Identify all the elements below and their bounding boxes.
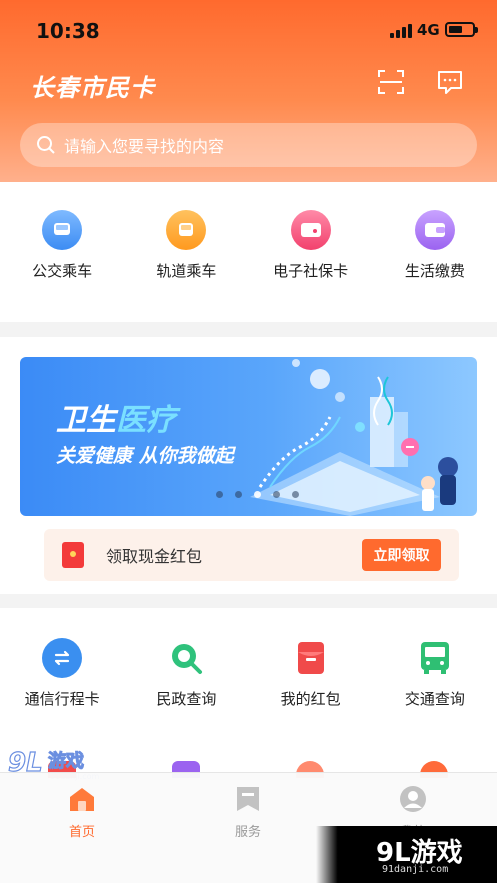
service-bus-ride[interactable]: 公交乘车 [0, 210, 124, 281]
banner-subtitle: 关爱健康 从你我做起 [56, 445, 234, 467]
service-traffic-query[interactable]: 交通查询 [373, 638, 497, 709]
search-placeholder: 请输入您要寻找的内容 [64, 137, 225, 156]
bus-card-icon [42, 210, 83, 250]
promo-card: 卫生医疗 关爱健康 从你我做起 领取现金红包 立即领取 [0, 337, 497, 594]
service-label: 交通查询 [404, 690, 465, 708]
service-itinerary-card[interactable]: 通信行程卡 [0, 638, 124, 709]
app-title: 长春市民卡 [30, 74, 155, 102]
search-icon [37, 136, 55, 154]
service-metro-ride[interactable]: 轨道乘车 [124, 210, 248, 281]
service-label: 通信行程卡 [24, 690, 100, 708]
service-label: 生活缴费 [404, 262, 465, 280]
tab-home[interactable]: 首页 [27, 785, 137, 840]
top-services-card: 公交乘车 轨道乘车 电子社保卡 生活缴费 [0, 182, 497, 322]
banner-title-part2: 医疗 [116, 403, 176, 438]
itinerary-card-icon [42, 638, 83, 678]
status-bar: 10:38 4G [0, 0, 497, 60]
service-civil-query[interactable]: 民政查询 [124, 638, 248, 709]
claim-now-button[interactable]: 立即领取 [362, 539, 441, 571]
network-type: 4G [417, 21, 440, 39]
tab-label: 服务 [234, 825, 261, 840]
bookmark-icon [237, 787, 259, 811]
tab-label: 首页 [68, 825, 95, 840]
service-label: 公交乘车 [32, 262, 93, 280]
bus-icon [415, 638, 455, 678]
service-life-payment[interactable]: 生活缴费 [373, 210, 497, 281]
tab-services[interactable]: 服务 [193, 785, 303, 840]
service-label: 轨道乘车 [156, 262, 217, 280]
red-packet-text: 领取现金红包 [106, 547, 203, 566]
wallet-icon [414, 210, 455, 250]
service-label: 民政查询 [156, 690, 217, 708]
service-label: 电子社保卡 [273, 262, 349, 280]
search-magnifier-icon [166, 638, 206, 678]
battery-icon [445, 22, 478, 37]
home-icon [70, 788, 94, 811]
red-packet-bar[interactable]: 领取现金红包 立即领取 [44, 529, 459, 581]
service-label: 我的红包 [280, 690, 341, 708]
watermark-url: 91danji.com [382, 864, 449, 875]
signal-icon [390, 24, 412, 38]
service-social-security[interactable]: 电子社保卡 [249, 210, 373, 281]
header: 10:38 4G 长春市民卡 请输入您要寻找的内容 [0, 0, 497, 182]
metro-card-icon [166, 210, 207, 250]
carousel-indicator [216, 491, 299, 498]
scan-icon[interactable] [377, 68, 405, 96]
status-time: 10:38 [36, 19, 100, 43]
search-bar[interactable]: 请输入您要寻找的内容 [20, 123, 477, 167]
red-packet-icon [291, 638, 331, 678]
watermark-banner: 9L游戏 91danji.com [316, 826, 497, 883]
message-icon[interactable] [436, 68, 464, 96]
health-banner[interactable]: 卫生医疗 关爱健康 从你我做起 [20, 357, 477, 516]
svg-text:游戏: 游戏 [48, 750, 84, 772]
banner-title-part1: 卫生 [56, 403, 116, 438]
banner-title: 卫生医疗 [56, 395, 176, 439]
service-my-red-packet[interactable]: 我的红包 [249, 638, 373, 709]
profile-icon [400, 786, 426, 812]
social-security-card-icon [290, 210, 331, 250]
red-envelope-icon [62, 542, 84, 568]
